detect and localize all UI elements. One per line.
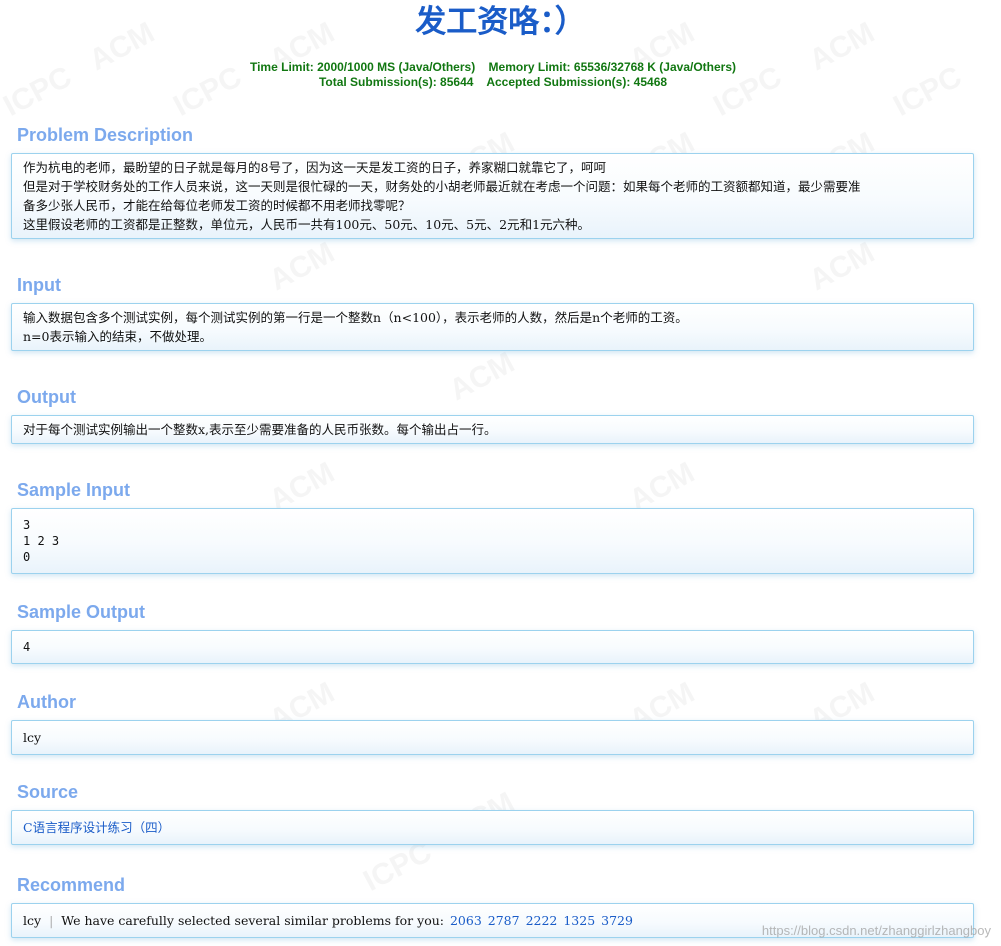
section-title-sample-input: Sample Input — [17, 480, 131, 500]
section-title-description: Problem Description — [17, 125, 194, 145]
source-link[interactable]: C语言程序设计练习（四） — [23, 818, 962, 837]
sample-input-panel: 3 1 2 3 0 — [11, 508, 974, 574]
input-line: n=0表示输入的结束，不做处理。 — [23, 329, 212, 344]
output-line: 对于每个测试实例输出一个整数x,表示至少需要准备的人民币张数。每个输出占一行。 — [23, 422, 497, 437]
section-title-sample-output: Sample Output — [17, 602, 146, 622]
recommend-author: lcy — [23, 913, 42, 928]
recommend-separator: | — [49, 913, 54, 928]
recommend-problem-link[interactable]: 2222 — [526, 913, 558, 928]
csdn-watermark: https://blog.csdn.net/zhanggirlzhangboy — [761, 923, 991, 938]
source-panel: C语言程序设计练习（四） — [11, 810, 974, 845]
recommend-problem-link[interactable]: 3729 — [601, 913, 633, 928]
description-panel: 作为杭电的老师，最盼望的日子就是每月的8号了，因为这一天是发工资的日子，养家糊口… — [11, 153, 974, 239]
watermark-acm: ACM — [804, 235, 880, 298]
section-title-source: Source — [17, 782, 79, 802]
description-line: 备多少张人民币，才能在给每位老师发工资的时候都不用老师找零呢？ — [23, 198, 411, 213]
recommend-text: We have carefully selected several simil… — [61, 913, 444, 928]
problem-title: 发工资咯：） — [415, 4, 586, 40]
author-value: lcy — [23, 730, 42, 745]
sample-input-text: 3 1 2 3 0 — [23, 518, 60, 564]
section-title-recommend: Recommend — [17, 875, 126, 895]
limits-row-2: Total Submission(s): 85644 Accepted Subm… — [0, 75, 986, 90]
author-panel: lcy — [11, 720, 974, 755]
recommend-problem-link[interactable]: 2787 — [488, 913, 520, 928]
recommend-problem-link[interactable]: 2063 — [450, 913, 482, 928]
time-limit: Time Limit: 2000/1000 MS (Java/Others) — [249, 60, 476, 74]
total-submissions: Total Submission(s): 85644 — [318, 74, 474, 89]
limits-row-1: Time Limit: 2000/1000 MS (Java/Others) M… — [0, 60, 986, 75]
description-line: 但是对于学校财务处的工作人员来说，这一天则是很忙碌的一天，财务处的小胡老师最近就… — [23, 179, 861, 194]
memory-limit: Memory Limit: 65536/32768 K (Java/Others… — [488, 60, 736, 74]
problem-limits: Time Limit: 2000/1000 MS (Java/Others) M… — [0, 60, 986, 89]
input-panel: 输入数据包含多个测试实例，每个测试实例的第一行是一个整数n（n<100），表示老… — [11, 303, 974, 351]
sample-output-text: 4 — [23, 640, 31, 654]
description-line: 作为杭电的老师，最盼望的日子就是每月的8号了，因为这一天是发工资的日子，养家糊口… — [23, 160, 606, 175]
accepted-submissions: Accepted Submission(s): 45468 — [486, 74, 668, 89]
input-line: 输入数据包含多个测试实例，每个测试实例的第一行是一个整数n（n<100），表示老… — [23, 310, 688, 325]
recommend-problem-link[interactable]: 1325 — [563, 913, 595, 928]
section-title-author: Author — [17, 692, 76, 712]
output-panel: 对于每个测试实例输出一个整数x,表示至少需要准备的人民币张数。每个输出占一行。 — [11, 415, 974, 444]
watermark-acm: ACM — [264, 235, 340, 298]
description-line: 这里假设老师的工资都是正整数，单位元，人民币一共有100元、50元、10元、5元… — [23, 217, 591, 232]
sample-output-panel: 4 — [11, 630, 974, 664]
section-title-input: Input — [17, 275, 61, 295]
watermark-acm: ACM — [444, 345, 520, 408]
section-title-output: Output — [17, 387, 76, 407]
